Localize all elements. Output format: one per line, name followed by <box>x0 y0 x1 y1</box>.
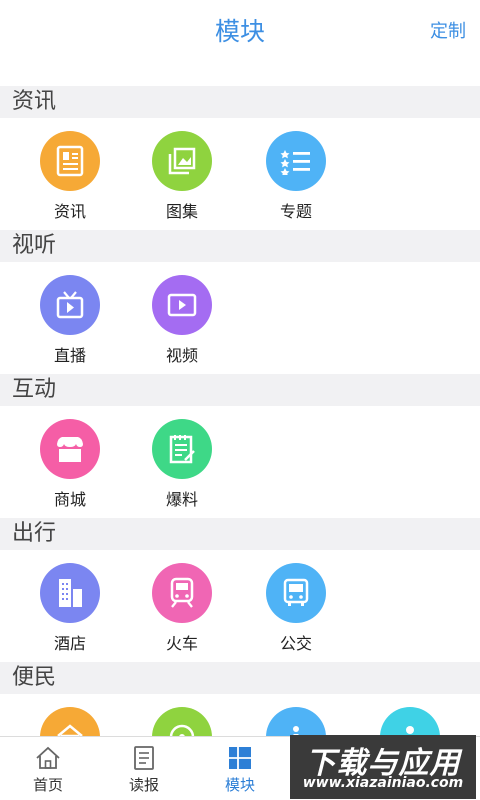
module-label: 酒店 <box>53 634 86 653</box>
module-label: 爆料 <box>165 490 198 509</box>
tab-newspaper[interactable]: 读报 <box>104 737 184 800</box>
top-bar: 模块 定制 <box>0 0 480 58</box>
page-title: 模块 <box>214 17 265 46</box>
section-grid-media: 直播 视频 <box>0 262 480 374</box>
module-report[interactable]: 爆料 <box>142 419 222 510</box>
module-list: 资讯 资讯 图集 专题 视听 直播 视频 互动 商城 爆料 出行 酒店 火车 公… <box>0 86 480 800</box>
section-grid-interaction: 商城 爆料 <box>0 406 480 518</box>
section-header-convenience: 便民 <box>0 662 480 694</box>
customize-button[interactable]: 定制 <box>430 17 466 43</box>
module-label: 直播 <box>53 346 86 365</box>
module-topic[interactable]: 专题 <box>256 131 336 222</box>
train-icon <box>152 563 212 623</box>
module-shop[interactable]: 商城 <box>30 419 110 510</box>
module-label: 视频 <box>165 346 198 365</box>
gallery-icon <box>152 131 212 191</box>
module-hotel[interactable]: 酒店 <box>30 563 110 654</box>
tab-modules[interactable]: 模块 <box>200 737 280 800</box>
video-play-icon <box>152 275 212 335</box>
module-train[interactable]: 火车 <box>142 563 222 654</box>
module-label: 资讯 <box>53 202 86 221</box>
tab-label: 模块 <box>224 776 255 794</box>
module-label: 公交 <box>279 634 312 653</box>
tab-label: 读报 <box>128 776 159 794</box>
watermark-logo: 下载与应用 www.xiazainiao.com <box>290 735 476 799</box>
module-label: 商城 <box>53 490 86 509</box>
section-header-media: 视听 <box>0 230 480 262</box>
bus-icon <box>266 563 326 623</box>
section-header-interaction: 互动 <box>0 374 480 406</box>
module-label: 图集 <box>165 202 198 221</box>
section-header-travel: 出行 <box>0 518 480 550</box>
home-icon <box>8 745 88 771</box>
module-label: 火车 <box>165 634 198 653</box>
section-grid-news: 资讯 图集 专题 <box>0 118 480 230</box>
live-tv-icon <box>40 275 100 335</box>
module-video[interactable]: 视频 <box>142 275 222 366</box>
hotel-building-icon <box>40 563 100 623</box>
report-edit-icon <box>152 419 212 479</box>
section-grid-travel: 酒店 火车 公交 <box>0 550 480 662</box>
news-document-icon <box>40 131 100 191</box>
shop-icon <box>40 419 100 479</box>
topic-list-icon <box>266 131 326 191</box>
tab-label: 首页 <box>32 776 63 794</box>
newspaper-icon <box>104 745 184 771</box>
module-label: 专题 <box>279 202 312 221</box>
module-live[interactable]: 直播 <box>30 275 110 366</box>
modules-grid-icon <box>200 745 280 771</box>
module-gallery[interactable]: 图集 <box>142 131 222 222</box>
module-bus[interactable]: 公交 <box>256 563 336 654</box>
section-header-news: 资讯 <box>0 86 480 118</box>
watermark-url: www.xiazainiao.com <box>302 775 464 791</box>
tab-home[interactable]: 首页 <box>8 737 88 800</box>
module-news[interactable]: 资讯 <box>30 131 110 222</box>
